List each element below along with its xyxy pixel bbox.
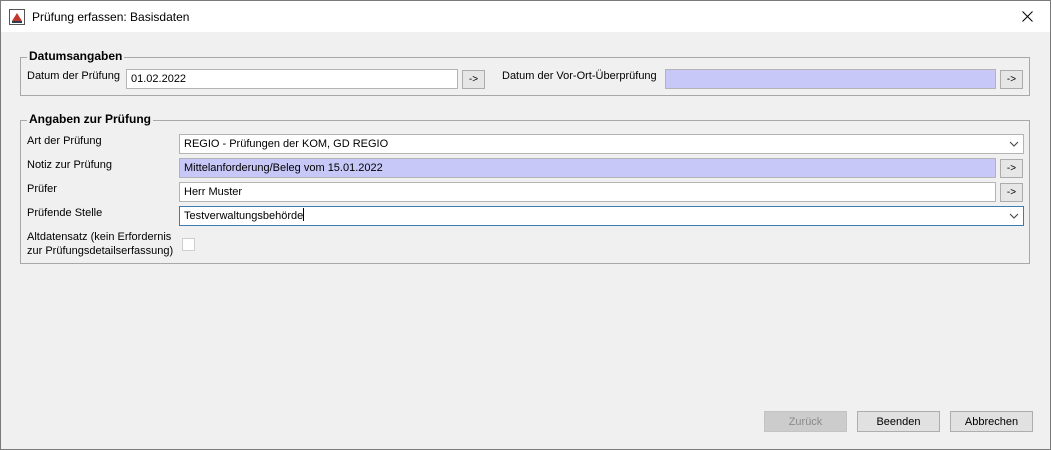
datum-field[interactable]: 01.02.2022 (126, 69, 458, 89)
vorort-label: Datum der Vor-Ort-Überprüfung (502, 70, 657, 82)
title-bar: Prüfung erfassen: Basisdaten (1, 1, 1050, 32)
notiz-arrow-button[interactable]: -> (1000, 159, 1023, 178)
pruefer-arrow-button[interactable]: -> (1000, 183, 1023, 202)
vorort-arrow-button[interactable]: -> (1000, 70, 1023, 89)
stelle-combobox[interactable]: Testverwaltungsbehörde (179, 206, 1024, 226)
art-value: REGIO - Prüfungen der KOM, GD REGIO (184, 138, 389, 150)
abbrechen-button[interactable]: Abbrechen (950, 411, 1033, 432)
art-label: Art der Prüfung (27, 135, 102, 147)
java-app-icon (9, 9, 25, 25)
close-button[interactable] (1004, 1, 1050, 32)
text-caret (303, 208, 305, 221)
stelle-label: Prüfende Stelle (27, 207, 103, 219)
chevron-down-icon (1009, 213, 1019, 219)
altdatensatz-label-line1: Altdatensatz (kein Erfordernis (27, 231, 172, 243)
beenden-button[interactable]: Beenden (857, 411, 940, 432)
notiz-label: Notiz zur Prüfung (27, 159, 112, 171)
notiz-field[interactable]: Mittelanforderung/Beleg vom 15.01.2022 (179, 158, 996, 178)
close-icon (1021, 11, 1033, 22)
art-combobox[interactable]: REGIO - Prüfungen der KOM, GD REGIO (179, 134, 1024, 154)
zurueck-button[interactable]: Zurück (764, 411, 847, 432)
chevron-down-icon (1009, 141, 1019, 147)
altdatensatz-checkbox[interactable] (182, 238, 195, 251)
angaben-title: Angaben zur Prüfung (27, 112, 153, 126)
window-title: Prüfung erfassen: Basisdaten (32, 10, 190, 24)
stelle-value: Testverwaltungsbehörde (184, 210, 304, 222)
dialog-window: Prüfung erfassen: Basisdaten Datumsangab… (0, 0, 1051, 450)
pruefer-field[interactable]: Herr Muster (179, 182, 996, 202)
altdatensatz-label-line2: zur Prüfungsdetailserfassung) (27, 245, 174, 257)
pruefer-label: Prüfer (27, 183, 57, 195)
vorort-field[interactable] (665, 69, 996, 89)
datum-arrow-button[interactable]: -> (462, 70, 485, 89)
datum-label: Datum der Prüfung (27, 70, 120, 82)
datumsangaben-title: Datumsangaben (27, 49, 125, 63)
